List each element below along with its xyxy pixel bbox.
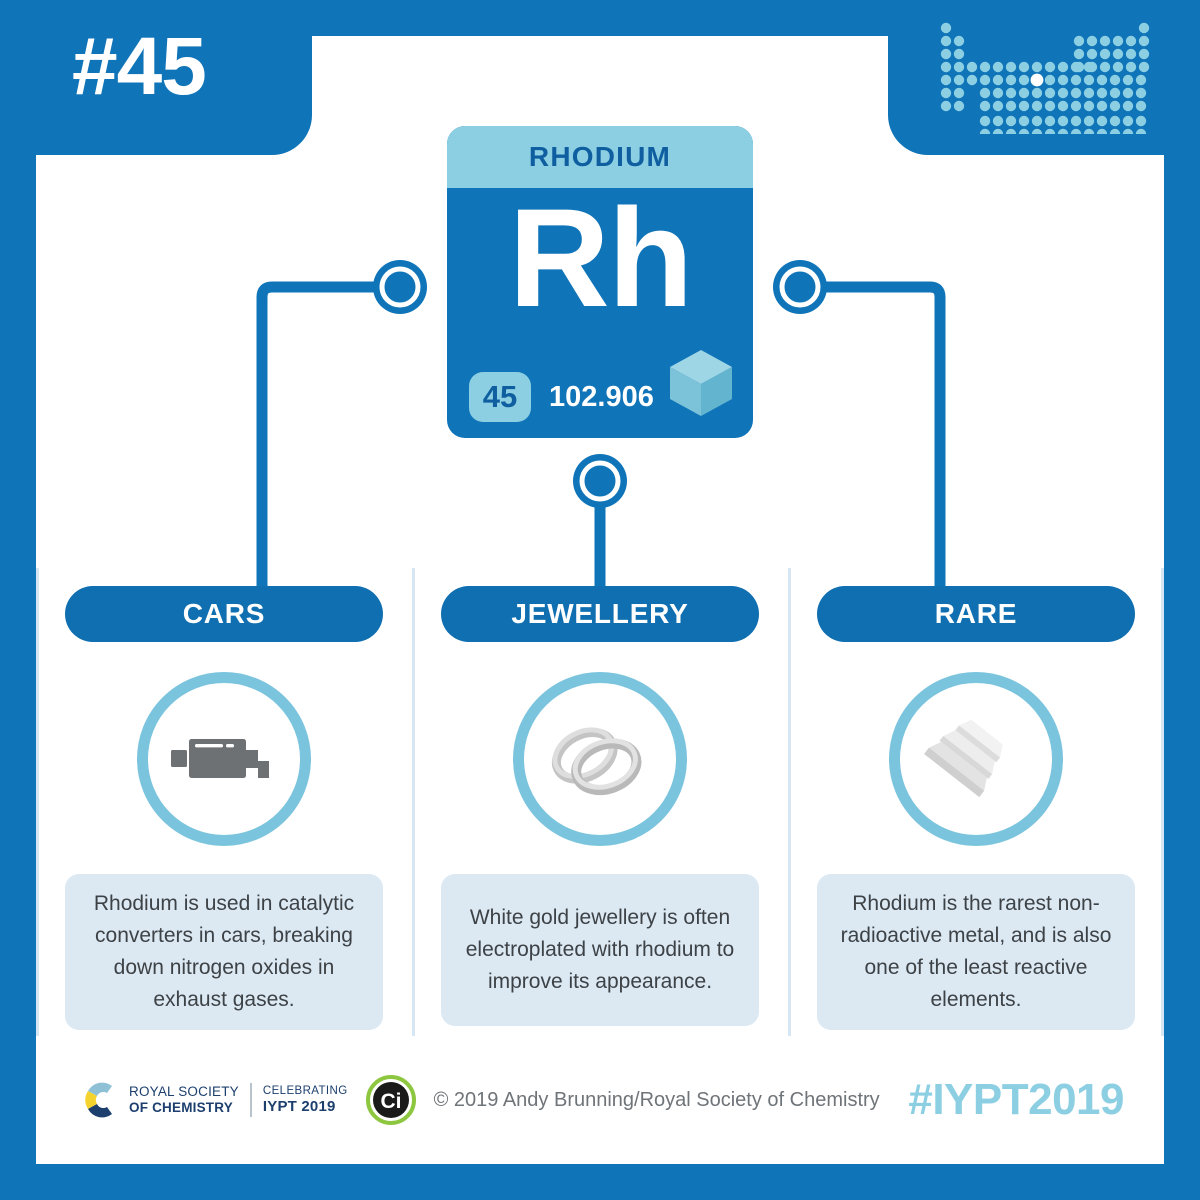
element-card-footer: 45 102.906 <box>447 350 753 422</box>
ci-logo-label: Ci <box>380 1090 401 1113</box>
compound-interest-logo[interactable]: Ci <box>365 1075 416 1125</box>
footer-divider <box>249 1083 252 1117</box>
wedding-rings-icon <box>551 727 642 796</box>
section-title-rare[interactable]: RARE <box>817 586 1135 642</box>
icon-circle-cars <box>137 672 311 846</box>
footer: ROYAL SOCIETY OF CHEMISTRY CELEBRATING I… <box>36 1036 1164 1164</box>
section-title-label: CARS <box>182 598 266 629</box>
element-number-tab: #45 <box>0 0 312 155</box>
description-card-rare: Rhodium is the rarest non-radioactive me… <box>817 874 1135 1030</box>
section-cars: CARS Rhodium is used in catalytic conver… <box>36 568 412 1036</box>
infographic-root: #45 RHODIUM Rh 45 102.906 CARS Rhodium i… <box>0 0 1200 1200</box>
rsc-line-1: ROYAL SOCIETY <box>129 1084 239 1100</box>
description-card-jewellery: White gold jewellery is often electropla… <box>441 874 759 1026</box>
periodic-table-dots-icon <box>940 22 1150 134</box>
section-title-jewellery[interactable]: JEWELLERY <box>441 586 759 642</box>
catalytic-converter-icon <box>171 739 269 778</box>
royal-society-of-chemistry-logo: ROYAL SOCIETY OF CHEMISTRY CELEBRATING I… <box>80 1077 348 1123</box>
iypt-line-1: CELEBRATING <box>262 1084 348 1097</box>
hashtag-label: #IYPT2019 <box>908 1075 1124 1124</box>
description-text: Rhodium is the rarest non-radioactive me… <box>840 892 1112 1011</box>
description-text: White gold jewellery is often electropla… <box>465 906 735 993</box>
element-name: RHODIUM <box>528 141 672 172</box>
sections-row: CARS Rhodium is used in catalytic conver… <box>36 568 1164 1036</box>
description-text: Rhodium is used in catalytic converters … <box>93 892 355 1011</box>
solid-cube-icon <box>667 347 735 424</box>
element-card: RHODIUM Rh 45 102.906 <box>447 126 753 438</box>
icon-circle-jewellery <box>513 672 687 846</box>
section-title-label: JEWELLERY <box>511 598 689 629</box>
atomic-mass-label: 102.906 <box>549 380 654 413</box>
highlighted-element-dot <box>1030 73 1044 87</box>
atomic-number-badge: 45 <box>469 372 531 422</box>
icon-circle-rare <box>889 672 1063 846</box>
section-rare: RARE Rhodium is the rarest non-radioacti… <box>788 568 1164 1036</box>
section-title-label: RARE <box>934 598 1018 629</box>
rsc-c-mark-icon <box>85 1082 112 1118</box>
section-jewellery: JEWELLERY White gold jewellery is often … <box>412 568 788 1036</box>
rsc-line-2: OF CHEMISTRY <box>129 1100 233 1115</box>
section-title-cars[interactable]: CARS <box>65 586 383 642</box>
iypt-line-2: IYPT 2019 <box>262 1097 336 1115</box>
copyright-text: © 2019 Andy Brunning/Royal Society of Ch… <box>433 1088 880 1111</box>
periodic-table-tab <box>888 0 1200 155</box>
element-number-label: #45 <box>72 21 207 112</box>
metal-ingots-icon <box>924 719 1003 798</box>
element-symbol: Rh <box>508 179 694 336</box>
description-card-cars: Rhodium is used in catalytic converters … <box>65 874 383 1030</box>
